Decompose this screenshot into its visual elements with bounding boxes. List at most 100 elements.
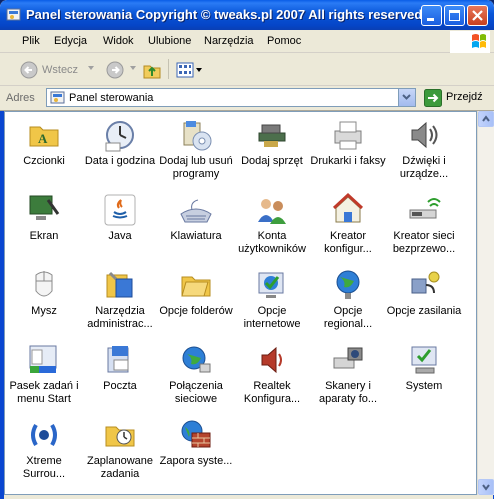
views-dropdown-icon [196,68,202,72]
item-label: Drukarki i faksy [310,155,386,167]
minimize-button[interactable] [421,5,442,26]
control-panel-item-8[interactable]: Java [81,192,159,243]
keyboard-icon [180,199,212,223]
users-icon [258,199,286,224]
item-label: System [405,380,443,392]
menu-widok[interactable]: Widok [103,35,134,47]
control-panel-icon [6,8,21,21]
control-panel-item-20[interactable]: Poczta [81,342,159,393]
control-panel-item-23[interactable]: Skanery i aparaty fo... [309,342,387,406]
item-label: Dodaj lub usuń programy [159,155,233,180]
wireless-icon [409,198,441,219]
realtek-speaker-icon [261,346,282,374]
taskbar-icon [29,345,57,373]
control-panel-item-1[interactable]: A Czcionki [5,117,83,168]
control-panel-item-3[interactable]: Dodaj lub usuń programy [157,117,235,181]
control-panel-item-13[interactable]: Mysz [5,267,83,318]
svg-text:A: A [38,131,48,146]
network-house-icon [332,192,364,223]
item-label: Dźwięki i urządze... [399,155,449,180]
go-label: Przejdź [446,91,483,103]
display-icon [29,195,60,220]
back-label: Wstecz [42,64,79,76]
item-label: Kreator sieci bezprzewo... [392,230,456,255]
item-label: Zapora syste... [159,455,233,467]
control-panel-item-24[interactable]: System [385,342,463,393]
item-label: Dodaj sprzęt [241,155,303,167]
internet-options-icon [258,272,284,298]
control-panel-item-6[interactable]: Dźwięki i urządze... [385,117,463,181]
control-panel-item-17[interactable]: Opcje regional... [309,267,387,331]
control-panel-item-4[interactable]: Dodaj sprzęt [233,117,311,168]
java-icon [104,194,136,226]
windows-logo-icon [450,31,490,53]
vertical-scrollbar[interactable] [477,111,494,495]
control-panel-item-22[interactable]: Realtek Konfigura... [233,342,311,406]
arrow-up-icon [482,115,490,122]
menu-pomoc[interactable]: Pomoc [267,35,301,47]
address-input[interactable]: Panel sterowania [46,88,416,107]
control-panel-item-9[interactable]: Klawiatura [157,192,235,243]
item-label: Java [108,230,132,242]
control-panel-small-icon [50,91,65,104]
item-label: Pasek zadań i menu Start [9,380,79,405]
forward-button[interactable] [104,59,138,81]
address-value: Panel sterowania [69,92,154,104]
maximize-icon [449,10,460,21]
menu-narzedzia[interactable]: Narzędzia [204,35,254,47]
window: Panel sterowania Copyright © tweaks.pl 2… [0,0,494,499]
control-panel-item-12[interactable]: Kreator sieci bezprzewo... [385,192,463,256]
item-label: Klawiatura [170,230,222,242]
item-label: Zaplanowane zadania [86,455,154,480]
chevron-down-icon [402,94,411,100]
go-button[interactable]: Przejdź [422,89,492,107]
back-dropdown-icon[interactable] [88,66,94,70]
address-dropdown-button[interactable] [398,89,415,106]
folder-options-icon [181,276,211,297]
back-arrow-icon [20,61,38,79]
control-panel-item-11[interactable]: Kreator konfigur... [309,192,387,256]
go-arrow-icon [424,89,442,107]
control-panel-item-2[interactable]: Data i godzina [81,117,159,168]
control-panel-item-27[interactable]: Zapora syste... [157,417,235,468]
menu-ulubione[interactable]: Ulubione [148,35,191,47]
forward-arrow-icon [106,61,124,79]
minimize-icon [427,18,434,21]
item-label: Opcje regional... [323,305,373,330]
item-label: Narzędzia administrac... [87,305,153,330]
close-button[interactable] [467,5,488,26]
maximize-button[interactable] [444,5,465,26]
views-button[interactable] [176,59,204,81]
add-remove-programs-icon [183,121,212,151]
clock-icon [105,121,134,152]
fonts-folder-icon: A [29,126,59,147]
admin-tools-icon [106,271,133,298]
menu-plik[interactable]: Plik [22,35,40,47]
scroll-down-button[interactable] [478,479,494,495]
scroll-up-button[interactable] [478,111,494,127]
control-panel-item-15[interactable]: Opcje folderów [157,267,235,318]
control-panel-item-21[interactable]: Połączenia sieciowe [157,342,235,406]
menu-edycja[interactable]: Edycja [54,35,87,47]
title-bar[interactable]: Panel sterowania Copyright © tweaks.pl 2… [0,0,494,30]
forward-dropdown-icon[interactable] [130,66,136,70]
control-panel-item-10[interactable]: Konta użytkowników [233,192,311,256]
add-hardware-icon [258,124,286,147]
item-label: Ekran [29,230,59,242]
control-panel-item-16[interactable]: Opcje internetowe [233,267,311,331]
control-panel-item-7[interactable]: Ekran [5,192,83,243]
system-icon [411,346,437,374]
control-panel-item-5[interactable]: Drukarki i faksy [309,117,387,168]
control-panel-item-19[interactable]: Pasek zadań i menu Start [5,342,83,406]
scheduled-tasks-icon [105,426,135,447]
control-panel-item-14[interactable]: Narzędzia administrac... [81,267,159,331]
item-label: Mysz [31,305,57,317]
back-button[interactable]: Wstecz [18,59,98,81]
item-label: Opcje zasilania [386,305,462,317]
control-panel-item-18[interactable]: Opcje zasilania [385,267,463,318]
window-title: Panel sterowania Copyright © tweaks.pl 2… [26,7,423,22]
control-panel-item-25[interactable]: Xtreme Surrou... [5,417,83,481]
up-folder-icon[interactable] [142,60,162,80]
control-panel-item-26[interactable]: Zaplanowane zadania [81,417,159,481]
item-label: Xtreme Surrou... [22,455,66,480]
